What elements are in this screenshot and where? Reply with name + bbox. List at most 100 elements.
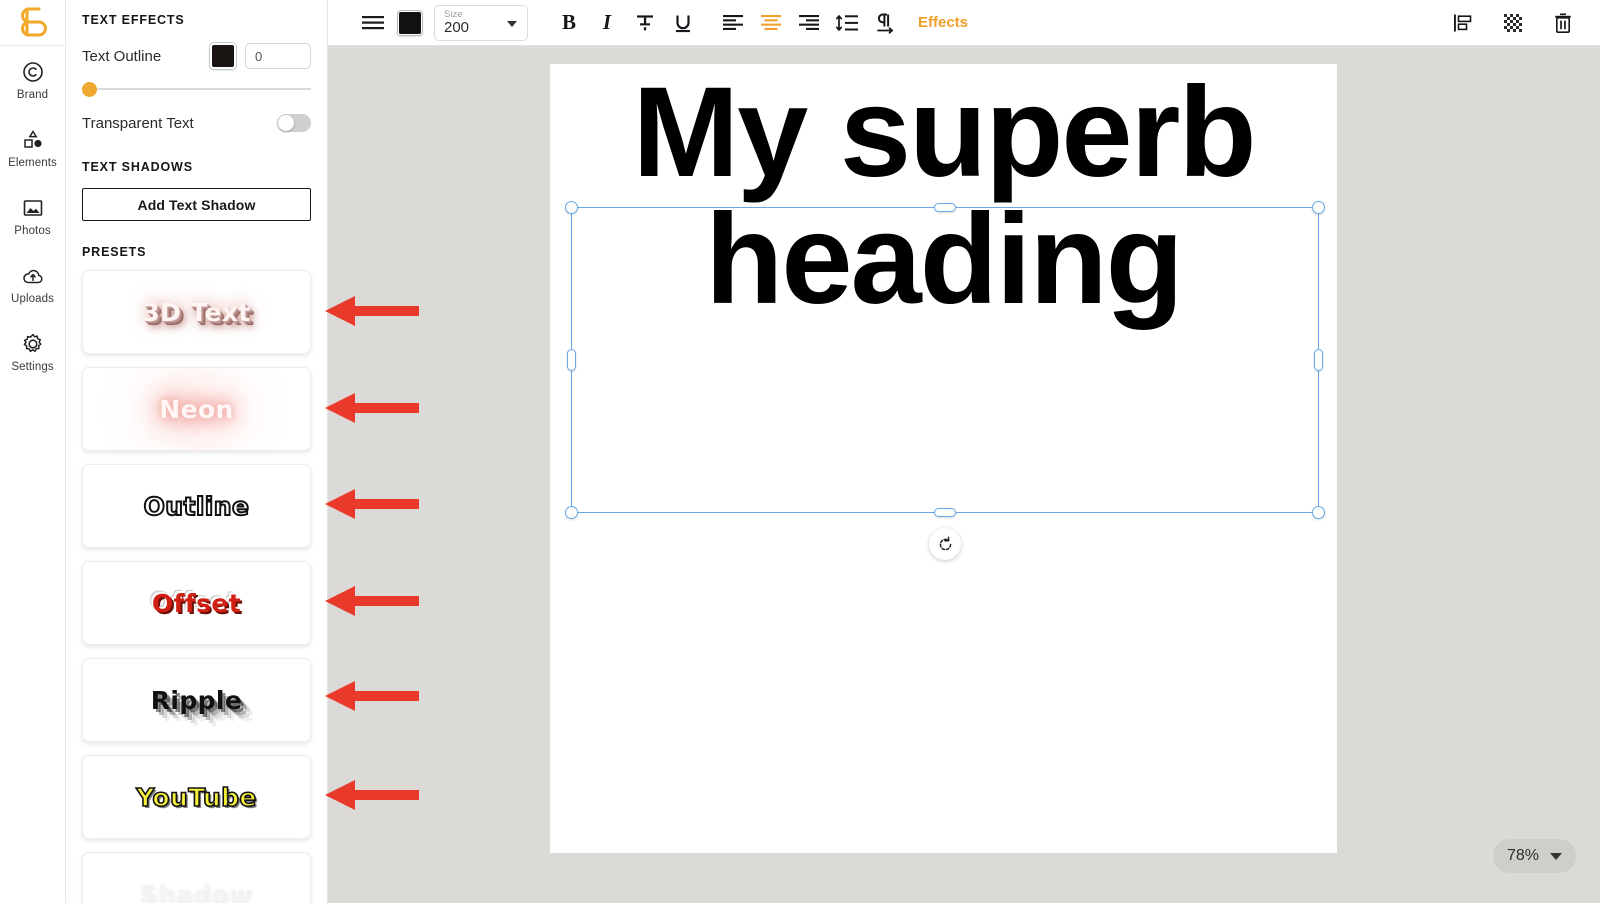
transparent-text-row: Transparent Text bbox=[82, 114, 311, 132]
text-outline-value-input[interactable]: 0 bbox=[245, 43, 311, 69]
text-outline-row: Text Outline 0 bbox=[82, 43, 311, 69]
font-size-value: 200 bbox=[444, 19, 469, 36]
delete-button[interactable] bbox=[1544, 5, 1582, 41]
sidebar-item-photos[interactable]: Photos bbox=[0, 182, 66, 250]
slider-knob[interactable] bbox=[82, 82, 97, 97]
preset-label: Ripple bbox=[151, 686, 243, 715]
paragraph-direction-button[interactable] bbox=[866, 5, 904, 41]
preset-card[interactable]: Shadow bbox=[82, 852, 311, 903]
bold-button[interactable]: B bbox=[550, 5, 588, 41]
underline-button[interactable] bbox=[664, 5, 702, 41]
left-arrow-icon bbox=[325, 681, 419, 711]
preset-card[interactable]: Outline bbox=[82, 464, 311, 548]
transparent-text-toggle[interactable] bbox=[277, 114, 311, 132]
zoom-control[interactable]: 78% bbox=[1493, 839, 1576, 873]
app-root: Brand Elements Photos Uploads bbox=[0, 0, 1600, 903]
align-left-icon bbox=[722, 14, 744, 32]
sidebar-item-label: Brand bbox=[17, 89, 48, 101]
preset-card[interactable]: Neon bbox=[82, 367, 311, 451]
left-arrow-icon bbox=[325, 489, 419, 519]
transparency-button[interactable] bbox=[1494, 5, 1532, 41]
chevron-down-icon bbox=[1550, 853, 1562, 860]
selection-box[interactable] bbox=[571, 207, 1319, 513]
sidebar-item-label: Uploads bbox=[11, 293, 54, 305]
sidebar-item-settings[interactable]: Settings bbox=[0, 318, 66, 386]
strikethrough-icon bbox=[634, 12, 656, 34]
upload-cloud-icon bbox=[21, 264, 45, 288]
font-list-button[interactable] bbox=[354, 5, 392, 41]
app-logo[interactable] bbox=[0, 0, 66, 46]
presets-list: 3D Text Neon Outline Offset Ripple YouTube Sha… bbox=[82, 270, 311, 903]
annotation-arrow bbox=[325, 296, 419, 326]
resize-handle-top-right[interactable] bbox=[1312, 201, 1325, 214]
line-height-button[interactable] bbox=[828, 5, 866, 41]
text-shadows-heading: TEXT SHADOWS bbox=[82, 160, 311, 174]
left-arrow-icon bbox=[325, 586, 419, 616]
preset-label: YouTube bbox=[136, 783, 257, 812]
sidebar-item-brand[interactable]: Brand bbox=[0, 46, 66, 114]
resize-handle-bottom-left[interactable] bbox=[565, 506, 578, 519]
slider-track bbox=[82, 88, 311, 90]
transparency-icon bbox=[1503, 13, 1523, 33]
left-nav-rail: Brand Elements Photos Uploads bbox=[0, 0, 66, 903]
add-text-shadow-button[interactable]: Add Text Shadow bbox=[82, 188, 311, 221]
preset-card[interactable]: Offset bbox=[82, 561, 311, 645]
sidebar-item-label: Elements bbox=[8, 157, 57, 169]
chevron-down-icon bbox=[507, 21, 517, 27]
bold-label: B bbox=[562, 10, 576, 35]
preset-card[interactable]: 3D Text bbox=[82, 270, 311, 354]
text-outline-color-swatch[interactable] bbox=[210, 43, 236, 69]
resize-handle-top-left[interactable] bbox=[565, 201, 578, 214]
annotation-arrow bbox=[325, 489, 419, 519]
preset-card[interactable]: Ripple bbox=[82, 658, 311, 742]
preset-label: 3D Text bbox=[142, 298, 250, 327]
app-logo-icon bbox=[18, 6, 48, 38]
preset-label: Shadow bbox=[140, 880, 253, 903]
resize-handle-middle-left[interactable] bbox=[567, 349, 576, 371]
strikethrough-button[interactable] bbox=[626, 5, 664, 41]
align-left-button[interactable] bbox=[714, 5, 752, 41]
shapes-icon bbox=[21, 128, 45, 152]
zoom-level-label: 78% bbox=[1507, 847, 1539, 865]
position-align-icon bbox=[1452, 13, 1474, 33]
align-center-icon bbox=[760, 14, 782, 32]
italic-label: I bbox=[603, 10, 611, 35]
text-outline-slider[interactable] bbox=[82, 80, 311, 98]
left-arrow-icon bbox=[325, 296, 419, 326]
font-list-icon bbox=[361, 14, 385, 32]
effects-tab[interactable]: Effects bbox=[918, 14, 968, 31]
sidebar-item-uploads[interactable]: Uploads bbox=[0, 250, 66, 318]
transparent-text-label: Transparent Text bbox=[82, 115, 194, 132]
underline-icon bbox=[672, 12, 694, 34]
copyright-icon bbox=[21, 60, 45, 84]
preset-label: Neon bbox=[159, 395, 233, 424]
gear-icon bbox=[21, 332, 45, 356]
annotation-arrow bbox=[325, 393, 419, 423]
italic-button[interactable]: I bbox=[588, 5, 626, 41]
position-align-button[interactable] bbox=[1444, 5, 1482, 41]
sidebar-item-label: Settings bbox=[11, 361, 53, 373]
canvas-workspace[interactable]: My superb heading 78% bbox=[328, 46, 1600, 903]
align-right-icon bbox=[798, 14, 820, 32]
text-toolbar: Size 200 B I bbox=[328, 0, 1600, 46]
sidebar-item-elements[interactable]: Elements bbox=[0, 114, 66, 182]
align-center-button[interactable] bbox=[752, 5, 790, 41]
text-color-swatch[interactable] bbox=[398, 11, 422, 35]
rotate-handle[interactable] bbox=[929, 528, 961, 560]
text-outline-label: Text Outline bbox=[82, 48, 161, 65]
resize-handle-middle-right[interactable] bbox=[1314, 349, 1323, 371]
font-size-select[interactable]: Size 200 bbox=[434, 5, 528, 41]
resize-handle-top-center[interactable] bbox=[934, 203, 956, 212]
left-arrow-icon bbox=[325, 780, 419, 810]
line-height-icon bbox=[835, 13, 859, 33]
rotate-icon bbox=[937, 536, 954, 553]
left-arrow-icon bbox=[325, 393, 419, 423]
text-effects-heading: TEXT EFFECTS bbox=[82, 0, 311, 27]
preset-card[interactable]: YouTube bbox=[82, 755, 311, 839]
align-right-button[interactable] bbox=[790, 5, 828, 41]
text-effects-panel: TEXT EFFECTS Text Outline 0 Transparent … bbox=[66, 0, 328, 903]
resize-handle-bottom-right[interactable] bbox=[1312, 506, 1325, 519]
main-area: Size 200 B I bbox=[328, 0, 1600, 903]
annotation-arrow bbox=[325, 586, 419, 616]
resize-handle-bottom-center[interactable] bbox=[934, 508, 956, 517]
